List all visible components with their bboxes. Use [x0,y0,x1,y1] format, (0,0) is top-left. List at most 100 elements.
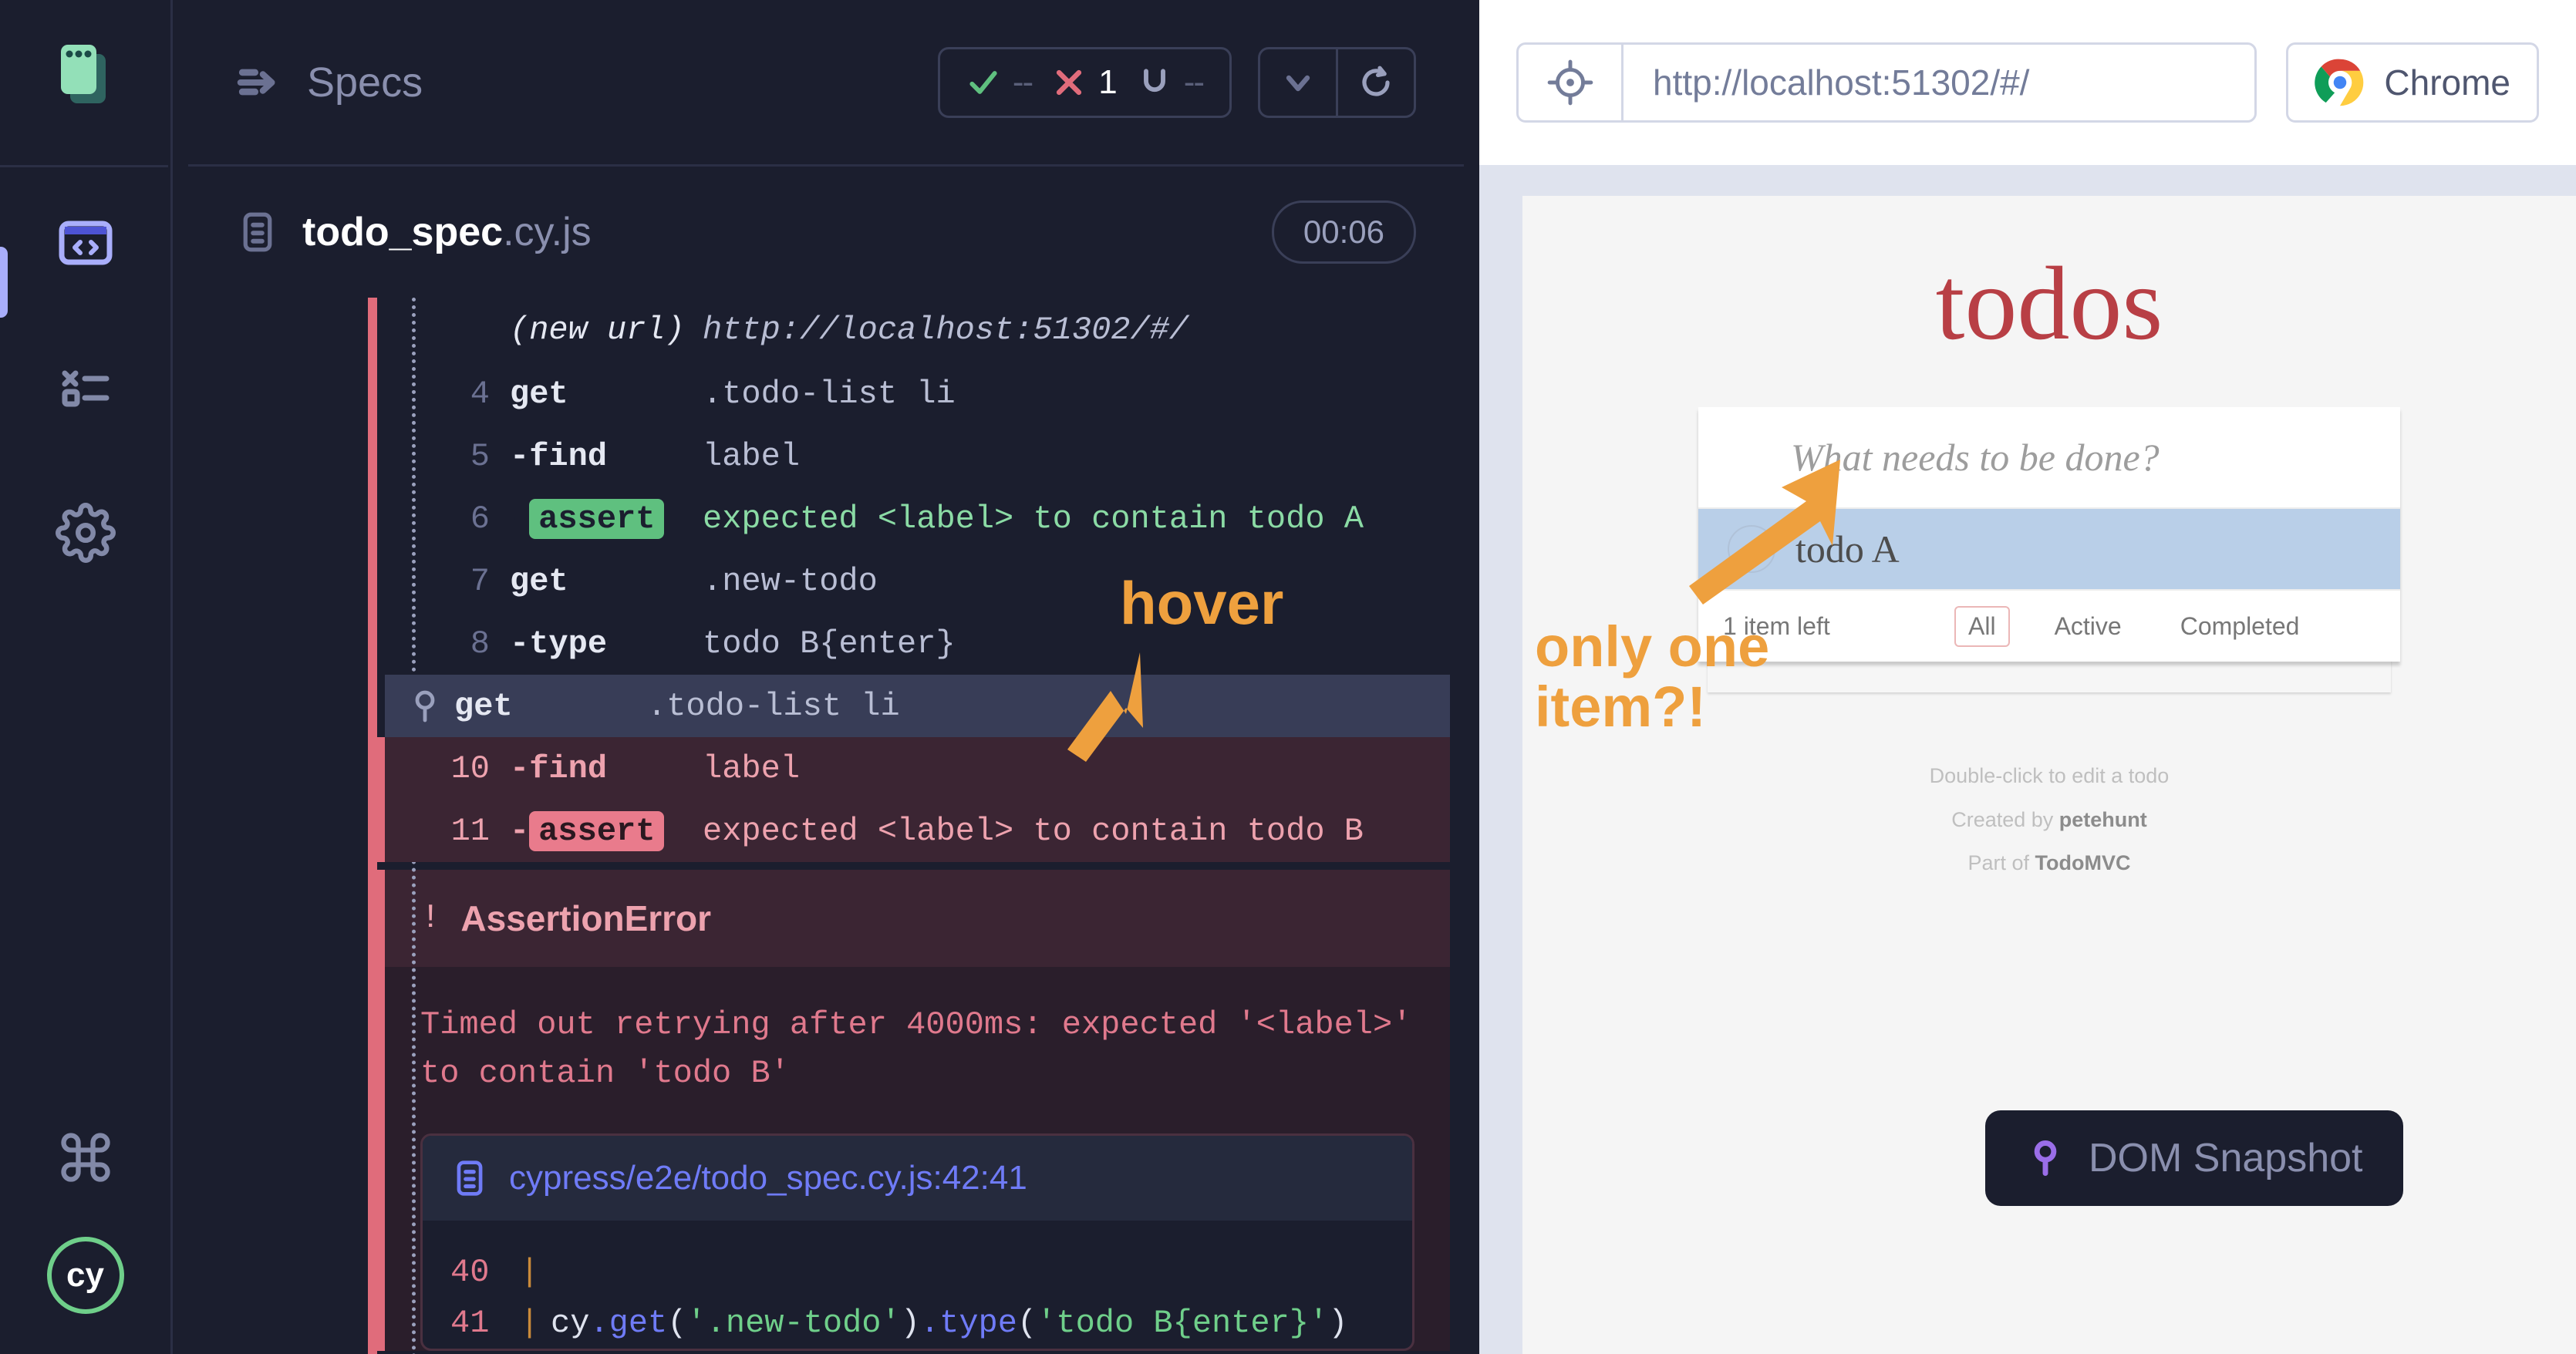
sidebar-item-runs[interactable] [51,353,120,423]
command-message: expected <label> to contain todo B [703,813,1364,850]
code-line-number: 40 [450,1254,520,1291]
log-row-new-url[interactable]: (new url) http://localhost:51302/#/ [414,298,1450,362]
sidebar-item-specs[interactable] [51,208,120,278]
line-number: 5 [443,438,510,475]
keyboard-shortcuts-button[interactable] [51,1123,120,1192]
specs-title-group[interactable]: Specs [236,59,423,106]
code-line: 40 | [450,1247,1384,1298]
spec-file-icon [450,1159,489,1197]
log-row-find-label[interactable]: 5 -find label [414,425,1450,487]
assert-badge: assert [529,499,664,539]
command-name: -find [510,750,703,787]
command-message: .todo-list li [703,376,956,413]
line-number: 8 [443,625,510,662]
log-row-find-label-failed[interactable]: 10 -find label [377,737,1450,800]
credits-line-1: Double-click to edit a todo [1522,754,2576,798]
dom-snapshot-label: DOM Snapshot [2089,1135,2363,1181]
code-gutter-bar: | [520,1305,551,1342]
todomvc-credits: Double-click to edit a todo Created by p… [1522,754,2576,885]
filter-all[interactable]: All [1954,606,2010,647]
command-name: get [510,376,703,413]
credits-line-3: Part of TodoMVC [1522,841,2576,885]
test-failed-strip [368,298,377,1354]
command-list: (new url) http://localhost:51302/#/ 4 ge… [414,298,1450,862]
command-name: -assert [510,500,703,537]
browser-label: Chrome [2384,62,2510,103]
command-name: (new url) [510,312,703,349]
log-row-type-todo-b[interactable]: 8 -type todo B{enter} [414,612,1450,675]
restart-icon [1357,64,1394,101]
code-token: '.new-todo' [686,1305,900,1342]
code-gutter-bar: | [520,1254,551,1291]
code-window-icon [56,213,116,273]
chevron-down-icon [1280,64,1317,101]
line-number: 4 [443,376,510,413]
line-number: 6 [443,500,510,537]
rail-divider [0,165,168,167]
open-menu-button[interactable] [1260,49,1336,116]
annotation-hover-arrow-icon [1049,648,1203,786]
reporter-controls: -- 1 -- [938,47,1416,118]
passed-count: -- [1013,63,1032,102]
restart-button[interactable] [1338,49,1414,116]
status-badge-passed: -- [966,63,1032,102]
code-token: ( [667,1305,686,1342]
command-name: get [454,688,647,725]
command-message: todo B{enter} [703,625,956,662]
runs-list-icon [56,358,116,418]
collapse-arrow-icon[interactable] [236,60,281,105]
command-name: -assert [510,813,703,850]
credits-author[interactable]: petehunt [2059,808,2147,831]
pending-count: -- [1184,63,1203,102]
reporter-action-buttons [1258,47,1416,118]
error-code-link[interactable]: cypress/e2e/todo_spec.cy.js:42:41 [509,1159,1027,1197]
aut-url-bar: http://localhost:51302/#/ Chrome [1479,0,2576,165]
browser-selector[interactable]: Chrome [2286,42,2539,123]
spec-name-group: todo_spec.cy.js [236,209,592,255]
cy-logo-icon[interactable]: cy [47,1237,124,1314]
page-title: Specs [307,59,423,106]
credits-project[interactable]: TodoMVC [2035,851,2131,874]
error-header: ! AssertionError [385,870,1450,967]
url-text: http://localhost:51302/#/ [1623,62,2029,103]
crosshair-target-icon [1546,59,1594,106]
filter-active[interactable]: Active [2041,606,2136,647]
log-row-get-todo-list-hovered[interactable]: get .todo-list li [385,675,1450,737]
error-code-frame: cypress/e2e/todo_spec.cy.js:42:41 40 | 4… [420,1133,1414,1351]
log-row-get-new-todo[interactable]: 7 get .new-todo [414,550,1450,612]
cypress-test-runner: cy Specs [0,0,2576,1354]
log-row-assert-todo-b-failed[interactable]: 11 -assert expected <label> to contain t… [377,800,1450,862]
line-number: 10 [443,750,510,787]
todo-filters: All Active Completed [1954,606,2313,647]
code-token: .type [920,1305,1017,1342]
code-token: ( [1017,1305,1037,1342]
x-icon [1052,66,1086,99]
log-row-get-todo-list[interactable]: 4 get .todo-list li [414,362,1450,425]
failed-count: 1 [1098,63,1117,102]
filter-completed[interactable]: Completed [2166,606,2314,647]
pin-marker-icon [2025,1138,2065,1178]
error-code-link-row[interactable]: cypress/e2e/todo_spec.cy.js:42:41 [423,1136,1412,1221]
command-message: expected <label> to contain todo A [703,500,1364,537]
log-row-assert-todo-a[interactable]: 6 -assert expected <label> to contain to… [414,487,1450,550]
command-log-body: (new url) http://localhost:51302/#/ 4 ge… [188,298,1479,1351]
reporter-header: Specs -- 1 [188,0,1464,167]
selector-playground-button[interactable] [1519,45,1623,120]
annotation-only-one-arrow-icon [1681,455,1851,609]
sidebar-item-settings[interactable] [51,498,120,568]
gear-icon [56,503,116,563]
code-token: 'todo B{enter}' [1037,1305,1328,1342]
status-badge-pending: -- [1138,63,1203,102]
annotation-hover-label: hover [1120,572,1283,635]
command-key-icon [56,1128,115,1187]
code-line: 41 | cy.get('.new-todo').type('todo B{en… [450,1298,1384,1349]
dom-snapshot-badge[interactable]: DOM Snapshot [1985,1110,2403,1206]
command-log-reporter: Specs -- 1 [173,0,1479,1354]
url-field[interactable]: http://localhost:51302/#/ [1516,42,2257,123]
command-message: label [703,750,800,787]
left-icon-rail: cy [0,0,173,1354]
cypress-app-logo-icon [50,37,121,108]
spec-filename-ext: .cy.js [503,210,592,254]
pending-circle-icon [1138,66,1172,99]
error-name: AssertionError [460,898,711,939]
